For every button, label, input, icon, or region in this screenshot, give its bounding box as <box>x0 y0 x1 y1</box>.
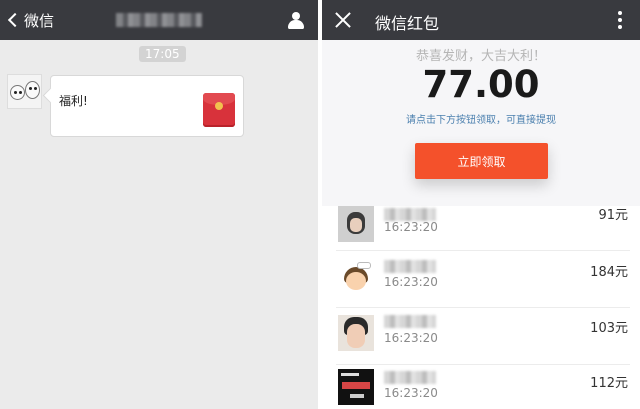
avatar <box>338 261 374 297</box>
red-packet-message[interactable]: 福利! <box>50 75 244 137</box>
greeting-text: 恭喜发财，大吉大利！ <box>415 49 546 64</box>
sender-avatar[interactable] <box>7 74 42 109</box>
record-amount: 103元 <box>590 321 628 336</box>
chevron-left-icon <box>7 12 23 28</box>
avatar <box>338 206 374 242</box>
chat-screen: 微信 17:05 福利! <box>0 0 318 409</box>
more-vertical-icon[interactable] <box>617 11 623 29</box>
record-time: 16:23:20 <box>384 386 438 400</box>
claim-hint: 请点击下方按钮领取，可直接提现 <box>406 115 556 126</box>
packet-amount: 77.00 <box>422 63 540 106</box>
close-icon[interactable] <box>334 11 352 29</box>
message-text: 福利! <box>59 94 88 108</box>
back-button[interactable]: 微信 <box>6 9 54 31</box>
list-item[interactable]: 16:23:20 103元 <box>322 308 640 365</box>
recipient-list: 16:23:20 91元 16:23:20 184元 16:23:20 103元 <box>322 206 640 409</box>
recipient-name-redacted <box>384 315 436 328</box>
record-amount: 91元 <box>598 208 628 223</box>
list-item[interactable]: 16:23:20 91元 <box>322 194 640 251</box>
chat-title-redacted <box>116 13 202 27</box>
record-amount: 112元 <box>590 376 628 391</box>
list-item[interactable]: 16:23:20 184元 <box>322 251 640 308</box>
record-time: 16:23:20 <box>384 220 438 234</box>
screenshot-composite: 微信 17:05 福利! 微信红包 恭喜发财，大吉大利！ 77.00 请点击下方… <box>0 0 640 409</box>
recipient-name-redacted <box>384 371 436 384</box>
avatar <box>338 369 374 405</box>
red-packet-summary: 恭喜发财，大吉大利！ 77.00 请点击下方按钮领取，可直接提现 立即领取 <box>322 40 640 206</box>
claim-now-button[interactable]: 立即领取 <box>415 143 548 179</box>
record-time: 16:23:20 <box>384 275 438 289</box>
page-title: 微信红包 <box>375 14 440 33</box>
red-packet-icon <box>203 93 235 127</box>
chat-topbar: 微信 <box>0 0 318 40</box>
list-item[interactable]: 16:23:20 112元 <box>322 365 640 409</box>
back-label: 微信 <box>24 11 55 30</box>
user-icon[interactable] <box>287 12 305 29</box>
red-packet-screen: 微信红包 恭喜发财，大吉大利！ 77.00 请点击下方按钮领取，可直接提现 立即… <box>322 0 640 409</box>
message-timestamp: 17:05 <box>139 46 186 62</box>
record-time: 16:23:20 <box>384 331 438 345</box>
red-packet-topbar: 微信红包 <box>322 0 640 40</box>
recipient-name-redacted <box>384 260 436 273</box>
avatar <box>338 315 374 351</box>
record-amount: 184元 <box>590 265 628 280</box>
